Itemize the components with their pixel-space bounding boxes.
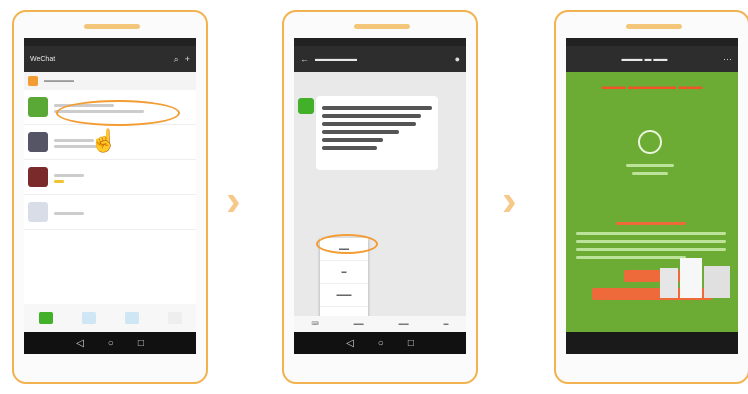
tab-contacts[interactable] — [81, 312, 96, 324]
chevron-right-icon: › — [502, 176, 517, 225]
recents-icon[interactable]: □ — [138, 338, 144, 349]
phone-2: ← ▬▬▬▬▬▬ ● ▬▬ ▬ ▬▬▬ ▬▬ ⌨ ▬▬ ▬▬ — [282, 10, 478, 384]
message-line — [322, 106, 432, 110]
list-item-title — [54, 174, 84, 177]
list-item-chat[interactable] — [24, 160, 196, 195]
profile-icon[interactable]: ● — [455, 54, 460, 64]
screen-official-account-chat: ← ▬▬▬▬▬▬ ● ▬▬ ▬ ▬▬▬ ▬▬ ⌨ ▬▬ ▬▬ — [294, 38, 466, 354]
hand-cursor-icon: ☝ — [90, 128, 118, 153]
chevron-right-icon: › — [226, 176, 241, 225]
bottom-tab-bar — [24, 304, 196, 332]
menu-tab[interactable]: ▬▬ — [354, 321, 364, 327]
app-title: WeChat — [30, 55, 56, 63]
account-avatar-icon — [28, 97, 48, 117]
status-bar — [566, 38, 738, 46]
app-bar: ▬▬▬ ▬ ▬▬ ⋯ — [566, 46, 738, 72]
list-item-title — [54, 212, 84, 215]
product-box — [660, 268, 678, 298]
recents-icon[interactable]: □ — [408, 338, 414, 349]
phone-1: WeChat ⌕ + ▬▬▬▬▬ ☝ ◁ ○ □ — [12, 10, 208, 384]
tab-discover[interactable] — [124, 312, 139, 324]
promo-banner: ▬▬▬ ▬▬▬▬▬▬ ▬▬▬ — [601, 82, 703, 91]
message-line — [322, 114, 421, 118]
text-line — [576, 248, 726, 251]
chat-avatar-icon — [28, 167, 48, 187]
tab-me[interactable] — [167, 312, 182, 324]
text-line — [576, 240, 726, 243]
message-line — [322, 138, 383, 142]
status-bar — [24, 38, 196, 46]
back-arrow-icon[interactable]: ← — [300, 54, 309, 64]
subscriptions-icon — [28, 76, 38, 86]
subscription-strip[interactable]: ▬▬▬▬▬ — [24, 72, 196, 90]
menu-tab[interactable]: ▬ — [444, 321, 449, 327]
text-line — [576, 232, 726, 235]
text-line — [626, 164, 674, 167]
keyboard-icon[interactable]: ⌨ — [311, 321, 318, 327]
android-nav-bar: ◁ ○ □ — [294, 332, 466, 354]
more-icon[interactable]: ⋯ — [723, 54, 732, 65]
list-item-chat[interactable] — [24, 195, 196, 230]
list-item-subtitle — [54, 180, 64, 183]
message-bubble — [316, 96, 438, 170]
earpiece — [626, 24, 682, 29]
earpiece — [354, 24, 410, 29]
home-icon[interactable]: ○ — [108, 338, 114, 349]
menu-item[interactable]: ▬ — [320, 261, 368, 284]
add-icon[interactable]: + — [185, 54, 190, 64]
product-box — [680, 258, 702, 298]
app-bar: WeChat ⌕ + — [24, 46, 196, 72]
message-line — [322, 130, 399, 134]
account-avatar-icon — [298, 98, 314, 114]
highlight-ellipse — [316, 234, 378, 254]
text-line — [616, 222, 686, 225]
earpiece — [84, 24, 140, 29]
text-line — [632, 172, 668, 175]
android-nav-bar: ◁ ○ □ — [24, 332, 196, 354]
back-icon[interactable]: ◁ — [76, 338, 84, 349]
tab-chats[interactable] — [38, 312, 53, 324]
list-item-title — [54, 139, 94, 142]
menu-tab[interactable]: ▬▬ — [399, 321, 409, 327]
product-box — [704, 266, 730, 298]
screen-promo-page: ▬▬▬ ▬ ▬▬ ⋯ ▬▬▬ ▬▬▬▬▬▬ ▬▬▬ — [566, 38, 738, 354]
screen-wechat-chats: WeChat ⌕ + ▬▬▬▬▬ ☝ ◁ ○ □ — [24, 38, 196, 354]
highlight-ellipse — [56, 100, 180, 126]
chat-avatar-icon — [28, 202, 48, 222]
message-line — [322, 122, 416, 126]
phone-3: ▬▬▬ ▬ ▬▬ ⋯ ▬▬▬ ▬▬▬▬▬▬ ▬▬▬ — [554, 10, 748, 384]
home-icon[interactable]: ○ — [378, 338, 384, 349]
chat-avatar-icon — [28, 132, 48, 152]
status-bar — [294, 38, 466, 46]
product-image — [654, 258, 734, 302]
menu-item[interactable]: ▬▬▬ — [320, 284, 368, 307]
menu-bar: ⌨ ▬▬ ▬▬ ▬ — [294, 316, 466, 332]
promo-content: ▬▬▬ ▬▬▬▬▬▬ ▬▬▬ — [566, 72, 738, 332]
chat-title: ▬▬▬▬▬▬ — [315, 55, 357, 63]
timer-icon — [638, 130, 662, 154]
search-icon[interactable]: ⌕ — [174, 54, 179, 65]
app-bar: ← ▬▬▬▬▬▬ ● — [294, 46, 466, 72]
android-nav-bar — [566, 332, 738, 354]
strip-label: ▬▬▬▬▬ — [44, 78, 74, 84]
message-line — [322, 146, 377, 150]
page-title: ▬▬▬ ▬ ▬▬ — [621, 55, 668, 63]
back-icon[interactable]: ◁ — [346, 338, 354, 349]
